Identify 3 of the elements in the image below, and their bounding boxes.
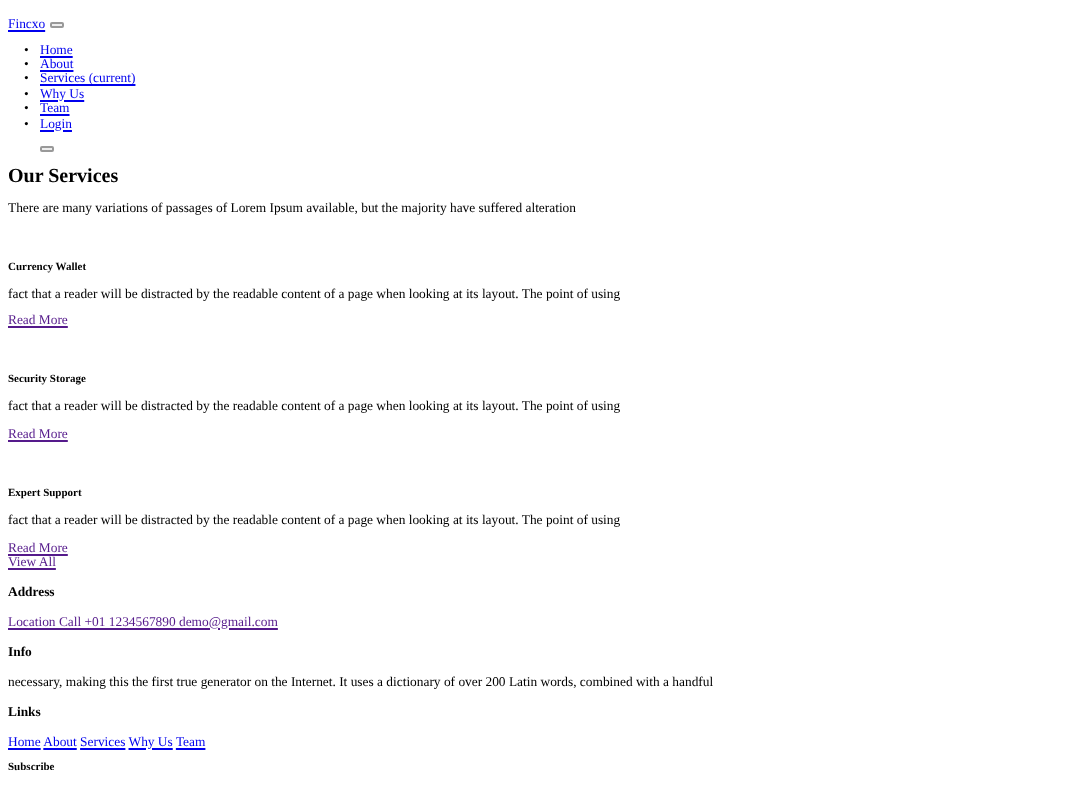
search-toggle-button[interactable]	[40, 145, 54, 152]
menu-toggle-button[interactable]	[49, 21, 64, 28]
section-heading: Our Services	[8, 165, 121, 188]
